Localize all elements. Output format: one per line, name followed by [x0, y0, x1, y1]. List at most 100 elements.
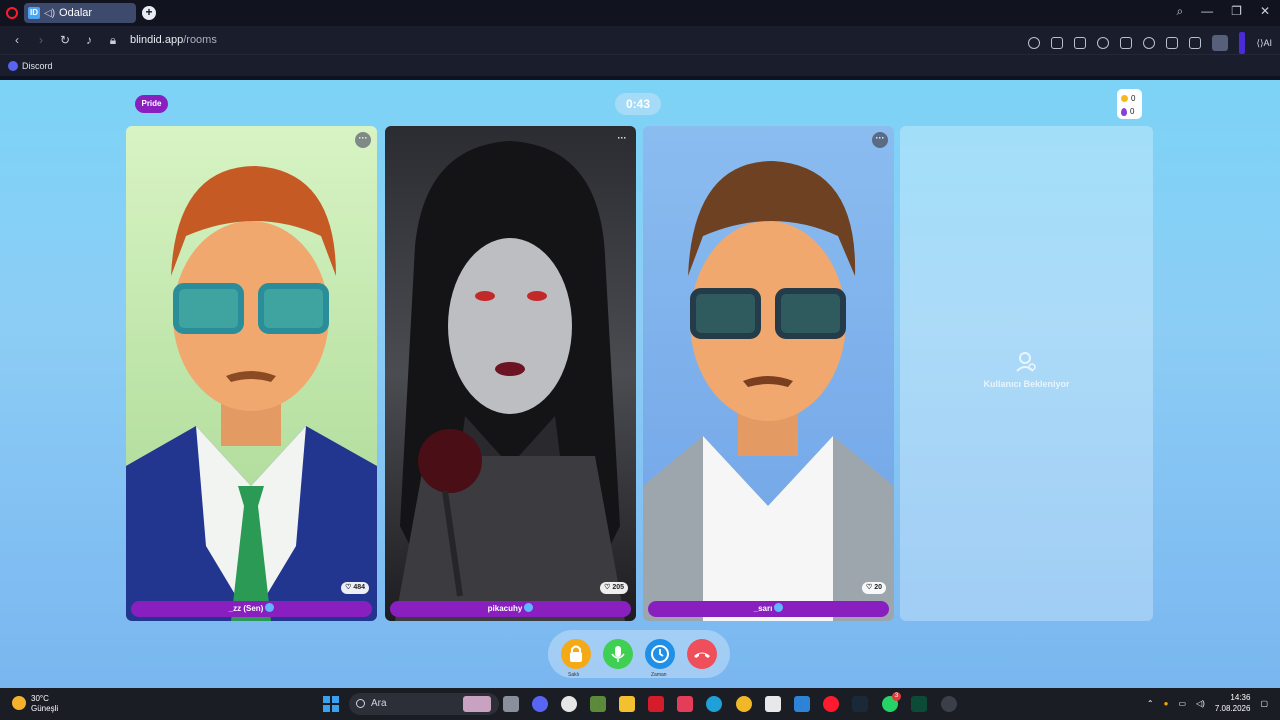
file-explorer-icon[interactable] [619, 696, 635, 712]
search-placeholder: Ara [371, 698, 387, 709]
call-controls: Saklı Zaman [548, 630, 730, 678]
forward-icon[interactable]: › [34, 33, 48, 47]
microphone-icon[interactable]: ♪ [82, 33, 96, 47]
weather-text: Güneşli [31, 704, 59, 713]
gem-count: 0 [1130, 107, 1135, 116]
bookmark-discord[interactable]: Discord [22, 61, 53, 71]
browser-titlebar: ID ◁) Odalar + ⌕ — ❐ ✕ [0, 0, 1280, 26]
url-field[interactable]: blindid.app/rooms [130, 34, 217, 46]
browser-tab[interactable]: ID ◁) Odalar [24, 3, 136, 23]
waiting-indicator: Kullanıcı Bekleniyor [900, 351, 1153, 389]
sun-icon [12, 696, 26, 710]
search-tabs-icon[interactable]: ⌕ [1176, 4, 1183, 19]
reload-icon[interactable]: ↻ [58, 33, 72, 47]
app-gray-icon[interactable] [941, 696, 957, 712]
download-icon[interactable] [1166, 37, 1179, 49]
participant-avatar [395, 141, 625, 621]
time-button[interactable] [645, 639, 675, 669]
search-highlight-icon[interactable] [463, 696, 491, 712]
chevron-up-icon[interactable]: ⌃ [1147, 699, 1154, 708]
verified-icon [774, 603, 784, 612]
chrome-icon[interactable] [736, 696, 752, 712]
profile-icon[interactable] [1212, 35, 1229, 51]
likes-count: ♡ 20 [861, 582, 886, 594]
more-options-icon[interactable]: ··· [872, 132, 888, 148]
maximize-button[interactable]: ❐ [1231, 4, 1242, 19]
clock[interactable]: 14:36 7.08.2026 [1215, 692, 1251, 714]
close-button[interactable]: ✕ [1260, 4, 1270, 19]
speaker-icon[interactable]: ◁) [44, 8, 55, 19]
participant-name: _sarı [648, 601, 889, 617]
tab-title: Odalar [59, 7, 93, 19]
menu-icon[interactable] [1189, 37, 1202, 49]
more-options-icon[interactable]: ··· [614, 132, 630, 148]
room-timer: 0:43 [615, 93, 661, 115]
likes-value: 20 [874, 584, 882, 591]
time-label: Zaman [651, 672, 667, 678]
minimize-button[interactable]: — [1201, 4, 1213, 19]
microphone-button[interactable] [603, 639, 633, 669]
system-tray: ⌃ ● ▭ ◁) 14:36 7.08.2026 ▢ [1147, 692, 1268, 714]
sidebar-toggle[interactable] [1239, 32, 1246, 54]
date: 7.08.2026 [1214, 704, 1251, 713]
microphone-icon [611, 646, 625, 662]
play-icon[interactable] [1120, 37, 1133, 49]
opera-taskbar-icon[interactable] [823, 696, 839, 712]
discord-icon [8, 60, 18, 71]
participant-card[interactable]: ··· ♡ 20 _sarı [643, 126, 894, 621]
participant-card[interactable]: ··· ♡ 484 _zz (Sen) [126, 126, 377, 621]
likes-value: 205 [612, 584, 624, 591]
likes-count: ♡ 484 [341, 582, 369, 594]
heart-icon[interactable] [1143, 37, 1156, 49]
edge-icon[interactable] [706, 696, 722, 712]
url-host: blindid.app [130, 34, 184, 46]
shield-icon[interactable] [1097, 37, 1110, 49]
minecraft-icon[interactable] [590, 696, 606, 712]
app-taskbar-icon[interactable] [561, 696, 577, 712]
address-bar: ‹ › ↻ ♪ 🔒︎ blindid.app/rooms ⟨⟩AI [0, 26, 1280, 54]
search-icon[interactable] [1028, 37, 1041, 49]
discord-taskbar-icon[interactable] [532, 696, 548, 712]
currency-counters[interactable]: 0 0 [1117, 89, 1142, 119]
edit-icon[interactable] [1051, 37, 1064, 49]
weather-widget[interactable]: 30°C Güneşli [12, 694, 58, 714]
opera-logo-icon[interactable] [6, 7, 18, 19]
volume-icon[interactable]: ◁) [1196, 699, 1205, 708]
coin-icon [1121, 95, 1128, 102]
ai-label: AI [1263, 37, 1272, 48]
lock-icon [570, 645, 582, 662]
participant-name-text: _sarı [753, 604, 773, 613]
back-icon[interactable]: ‹ [10, 33, 24, 47]
participant-name: _zz (Sen) [131, 601, 372, 617]
likes-count: ♡ 205 [600, 582, 628, 594]
new-tab-button[interactable]: + [142, 6, 156, 20]
site-favicon-icon: ID [28, 7, 40, 19]
app-red-icon[interactable] [677, 696, 693, 712]
room-page: Pride 0:43 0 0 ··· ♡ 484 _zz (Sen) ··· ♡… [0, 78, 1280, 688]
ai-button[interactable]: ⟨⟩AI [1256, 38, 1272, 49]
more-options-icon[interactable]: ··· [355, 132, 371, 148]
participant-name-text: pikacuhy [487, 604, 523, 613]
app-monitor-icon[interactable] [911, 696, 927, 712]
gem-icon [1121, 107, 1127, 116]
microphone-tray-icon[interactable]: ● [1164, 699, 1169, 708]
start-button[interactable] [323, 696, 339, 712]
participant-card[interactable]: ··· ♡ 205 pikacuhy [385, 126, 636, 621]
steam-icon[interactable] [852, 696, 868, 712]
bookmarks-bar: Discord [0, 54, 1280, 76]
task-view-icon[interactable] [503, 696, 519, 712]
clock-icon [651, 645, 669, 663]
hang-up-button[interactable] [687, 639, 717, 669]
time: 14:36 [1230, 693, 1251, 702]
notifications-icon[interactable]: ▢ [1260, 699, 1268, 708]
camera-icon[interactable] [1074, 37, 1087, 49]
temperature: 30°C [31, 694, 49, 703]
store-icon[interactable] [765, 696, 781, 712]
lock-label: Saklı [568, 672, 580, 678]
network-icon[interactable]: ▭ [1178, 699, 1186, 708]
winrar-icon[interactable] [648, 696, 664, 712]
whatsapp-badge: 3 [892, 692, 901, 701]
lock-button[interactable] [561, 639, 591, 669]
participant-avatar [126, 166, 377, 621]
mail-icon[interactable] [794, 696, 810, 712]
